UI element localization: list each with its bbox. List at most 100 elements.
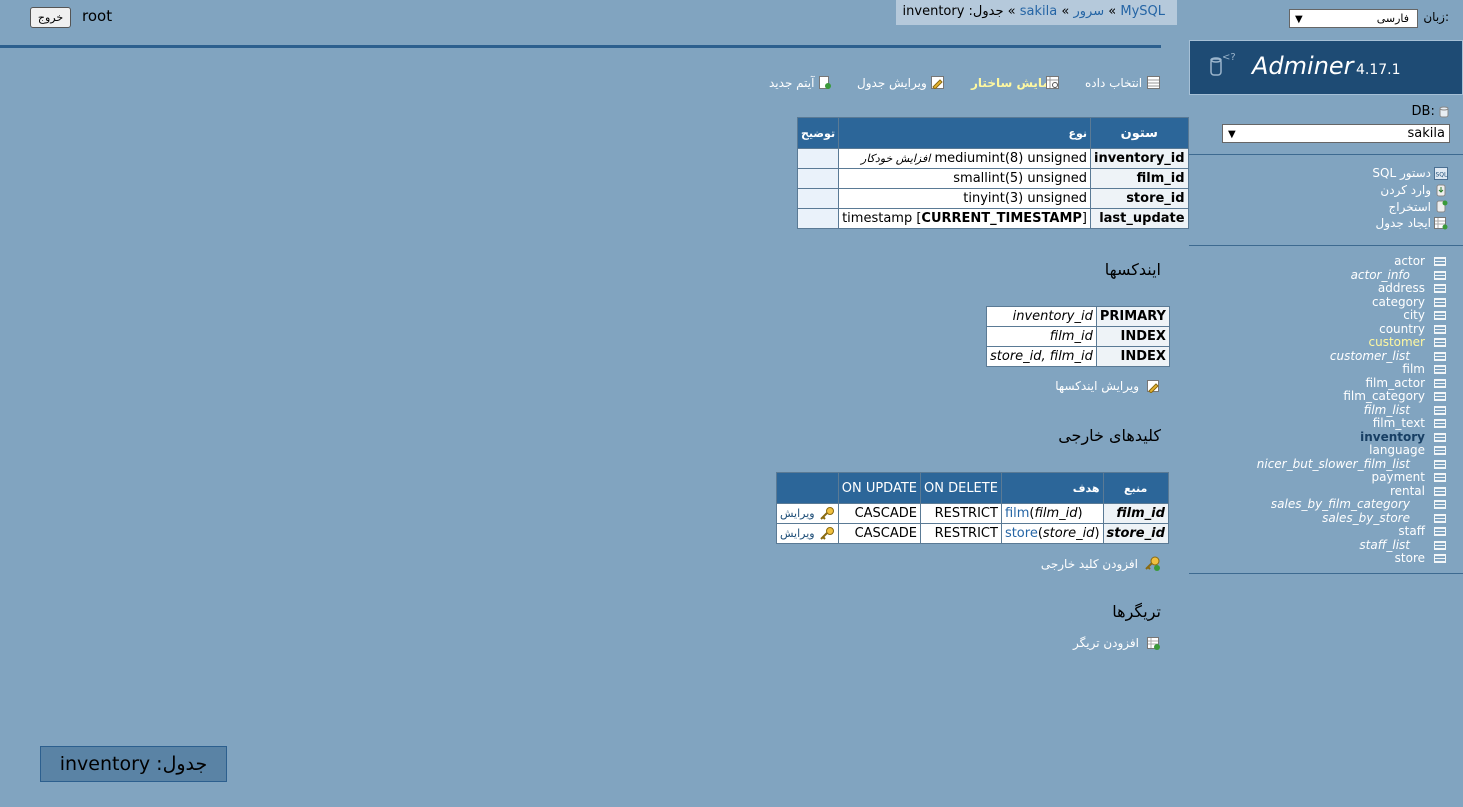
show-structure-link[interactable]: نمایش ساختار xyxy=(971,76,1055,90)
table-icon[interactable] xyxy=(1434,338,1446,347)
table-icon[interactable] xyxy=(1434,419,1446,428)
fk-target-table-link[interactable]: film xyxy=(1005,506,1029,521)
logout-button[interactable]: خروج xyxy=(30,7,71,28)
table-icon[interactable] xyxy=(1434,446,1446,455)
table-icon[interactable] xyxy=(1434,379,1446,388)
sidebar-table-item[interactable]: customer_list xyxy=(1330,349,1410,363)
select-data-link[interactable]: انتخاب داده xyxy=(1085,76,1142,90)
column-extra: افزایش خودکار xyxy=(861,152,931,165)
index-columns: film_id xyxy=(986,326,1097,347)
table-icon[interactable] xyxy=(1434,487,1446,496)
table-icon[interactable] xyxy=(1434,257,1446,266)
sidebar-table-item[interactable]: store xyxy=(1395,551,1425,565)
sidebar-table-item[interactable]: city xyxy=(1403,308,1425,322)
sidebar-link-create-table[interactable]: ایجاد جدول xyxy=(1376,216,1431,230)
table-icon[interactable] xyxy=(1434,473,1446,482)
table-icon[interactable] xyxy=(1434,271,1446,280)
sidebar-table-item[interactable]: customer xyxy=(1368,335,1425,349)
sidebar-link-import[interactable]: وارد کردن xyxy=(1380,183,1431,197)
sidebar-table-item[interactable]: inventory xyxy=(1360,430,1425,444)
column-comment xyxy=(796,168,840,189)
add-trigger-link[interactable]: افزودن تریگر xyxy=(1073,636,1139,650)
fk-on-update: CASCADE xyxy=(837,523,922,544)
table-icon[interactable] xyxy=(1434,460,1446,469)
table-icon[interactable] xyxy=(1434,325,1446,334)
table-icon[interactable] xyxy=(1434,514,1446,523)
breadcrumb-driver[interactable]: MySQL xyxy=(1120,4,1165,19)
table-icon[interactable] xyxy=(1434,433,1446,442)
column-header-comment: توضیح xyxy=(796,117,840,149)
fk-edit-cell[interactable]: ویرایش xyxy=(776,503,839,524)
adminer-logo-text: Adminer xyxy=(1252,52,1354,80)
breadcrumb-sep: » xyxy=(1108,4,1117,19)
table-icon[interactable] xyxy=(1434,500,1446,509)
sidebar-table-item[interactable]: sales_by_store xyxy=(1322,511,1410,525)
current-user: root xyxy=(82,7,113,25)
table-icon[interactable] xyxy=(1434,406,1446,415)
sidebar-table-item[interactable]: nicer_but_slower_film_list xyxy=(1257,457,1410,471)
sidebar-table-item[interactable]: language xyxy=(1369,443,1425,457)
table-icon[interactable] xyxy=(1434,554,1446,563)
fk-edit-link[interactable]: ویرایش xyxy=(780,527,815,540)
sidebar-table-item[interactable]: actor xyxy=(1394,254,1425,268)
sidebar-link-export[interactable]: استخراج xyxy=(1389,200,1431,214)
sidebar-table-item[interactable]: rental xyxy=(1390,484,1425,498)
alter-table-link[interactable]: ویرایش جدول xyxy=(857,76,927,90)
svg-text:SQL: SQL xyxy=(1436,172,1449,179)
table-icon[interactable] xyxy=(1434,541,1446,550)
column-name: film_id xyxy=(1090,168,1189,189)
column-default: CURRENT_TIMESTAMP xyxy=(921,211,1082,226)
table-icon[interactable] xyxy=(1434,352,1446,361)
sidebar-link-sql[interactable]: دستور SQL xyxy=(1372,166,1431,180)
sidebar-table-item[interactable]: category xyxy=(1372,295,1425,309)
sql-icon: SQL xyxy=(1434,167,1448,180)
sidebar-table-item[interactable]: staff xyxy=(1398,524,1425,538)
column-name: store_id xyxy=(1090,188,1189,209)
sidebar-table-item[interactable]: film_actor xyxy=(1365,376,1425,390)
table-icon[interactable] xyxy=(1434,527,1446,536)
breadcrumb: MySQL » سرور » sakila » جدول: inventory xyxy=(896,0,1177,25)
column-type: mediumint(8) unsigned افزایش خودکار xyxy=(838,148,1091,169)
sidebar-table-item[interactable]: payment xyxy=(1372,470,1425,484)
table-icon[interactable] xyxy=(1434,365,1446,374)
table-icon[interactable] xyxy=(1434,284,1446,293)
new-item-link[interactable]: آیتم جدید xyxy=(769,76,814,90)
add-foreign-key-link[interactable]: افزودن کلید خارجی xyxy=(1041,557,1138,571)
column-name: inventory_id xyxy=(1090,148,1189,169)
sidebar-table-item[interactable]: film_text xyxy=(1373,416,1425,430)
edit-indexes-link[interactable]: ویرایش ایندکسها xyxy=(1055,379,1139,393)
sidebar-divider xyxy=(1189,154,1463,155)
fk-edit-link[interactable]: ویرایش xyxy=(780,507,815,520)
import-icon xyxy=(1436,184,1446,197)
sidebar-divider xyxy=(1189,573,1463,574)
add-key-icon xyxy=(1145,556,1160,571)
sidebar-table-item[interactable]: actor_info xyxy=(1351,268,1410,282)
key-icon xyxy=(820,526,834,540)
sidebar-table-item[interactable]: staff_list xyxy=(1359,538,1410,552)
fk-target-table-link[interactable]: store xyxy=(1005,526,1038,541)
alter-table-icon xyxy=(931,76,944,89)
sidebar-table-item[interactable]: country xyxy=(1379,322,1425,336)
breadcrumb-sep: » xyxy=(1061,4,1070,19)
sidebar-table-item[interactable]: film_category xyxy=(1343,389,1425,403)
breadcrumb-server[interactable]: سرور xyxy=(1073,4,1104,19)
index-type: PRIMARY xyxy=(1095,306,1170,327)
adminer-logo-box[interactable]: <? Adminer 4.17.1 xyxy=(1189,40,1463,95)
breadcrumb-sep: » xyxy=(1007,4,1016,19)
sidebar-table-item[interactable]: sales_by_film_category xyxy=(1271,497,1410,511)
table-icon[interactable] xyxy=(1434,298,1446,307)
sidebar-table-item[interactable]: film xyxy=(1402,362,1425,376)
language-select[interactable]: فارسی ▼ xyxy=(1289,9,1418,28)
sidebar-table-item[interactable]: address xyxy=(1378,281,1425,295)
export-icon xyxy=(1436,200,1448,213)
breadcrumb-db[interactable]: sakila xyxy=(1020,4,1057,19)
edit-indexes-icon xyxy=(1147,380,1159,393)
language-label: زبان: xyxy=(1423,10,1449,24)
database-select[interactable]: sakila ▼ xyxy=(1222,124,1450,143)
table-icon[interactable] xyxy=(1434,392,1446,401)
sidebar-table-item[interactable]: film_list xyxy=(1364,403,1410,417)
table-icon[interactable] xyxy=(1434,311,1446,320)
fk-edit-cell[interactable]: ویرایش xyxy=(776,523,839,544)
add-trigger-icon xyxy=(1147,637,1160,650)
new-item-icon xyxy=(819,76,831,89)
